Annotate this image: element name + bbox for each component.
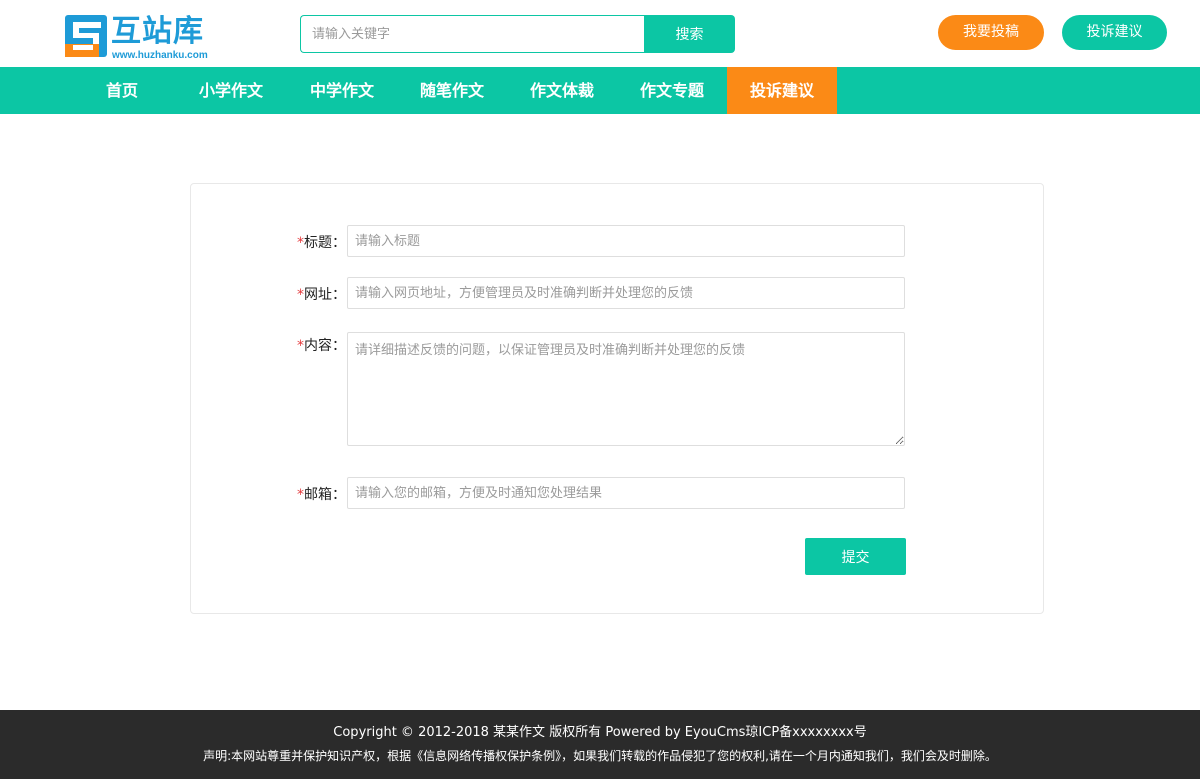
main-nav: 首页 小学作文 中学作文 随笔作文 作文体裁 作文专题 投诉建议 (0, 67, 1200, 114)
required-mark: * (297, 287, 304, 303)
nav-item-middle-essay[interactable]: 中学作文 (297, 67, 387, 114)
nav-item-essay-genre[interactable]: 作文体裁 (517, 67, 607, 114)
logo-mark-icon (65, 15, 107, 57)
search-input[interactable] (300, 15, 645, 53)
footer-copyright: Copyright © 2012-2018 某某作文 版权所有 Powered … (333, 725, 867, 740)
logo-url: www.huzhanku.com (112, 50, 208, 61)
email-label: *邮箱： (297, 487, 346, 503)
nav-item-home[interactable]: 首页 (84, 67, 160, 114)
site-header: 互站库 www.huzhanku.com 搜索 我要投稿 投诉建议 (0, 0, 1200, 67)
complaint-form: *标题： *网址： *内容： *邮箱： 提交 (190, 183, 1044, 614)
footer-disclaimer: 声明:本网站尊重并保护知识产权，根据《信息网络传播权保护条例》，如果我们转载的作… (203, 749, 997, 763)
complaint-button[interactable]: 投诉建议 (1062, 15, 1167, 50)
required-mark: * (297, 338, 304, 354)
nav-item-complaint[interactable]: 投诉建议 (727, 67, 837, 114)
form-submit-button[interactable]: 提交 (805, 538, 906, 575)
content-textarea[interactable] (347, 332, 905, 446)
nav-item-primary-essay[interactable]: 小学作文 (186, 67, 276, 114)
title-input[interactable] (347, 225, 905, 257)
logo-text: 互站库 (111, 14, 204, 49)
submit-article-button[interactable]: 我要投稿 (938, 15, 1044, 50)
content-label: *内容： (297, 338, 346, 354)
nav-item-jotting-essay[interactable]: 随笔作文 (407, 67, 497, 114)
site-logo[interactable]: 互站库 www.huzhanku.com (65, 13, 240, 61)
url-label: *网址： (297, 287, 346, 303)
title-label: *标题： (297, 235, 346, 251)
search-button[interactable]: 搜索 (644, 15, 735, 53)
url-input[interactable] (347, 277, 905, 309)
site-footer: Copyright © 2012-2018 某某作文 版权所有 Powered … (0, 710, 1200, 779)
required-mark: * (297, 487, 304, 503)
required-mark: * (297, 235, 304, 251)
nav-item-essay-topic[interactable]: 作文专题 (627, 67, 717, 114)
search-bar: 搜索 (300, 15, 735, 53)
email-input[interactable] (347, 477, 905, 509)
